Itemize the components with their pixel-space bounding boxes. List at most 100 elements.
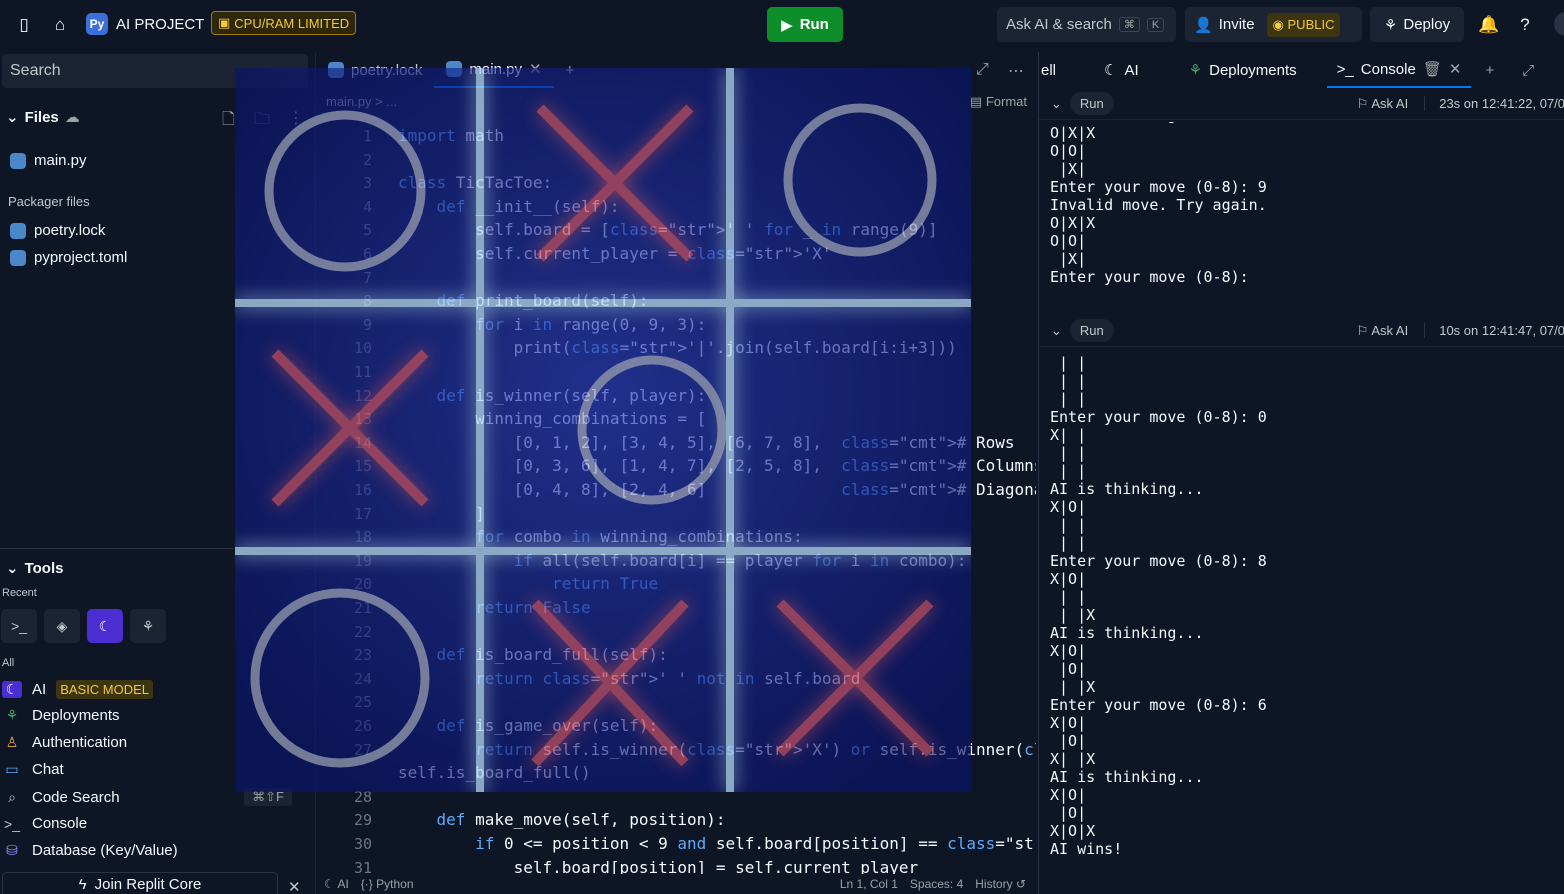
status-language[interactable]: {·} Python — [361, 877, 414, 891]
tab-console[interactable]: >_ Console 🗑 ✕ — [1326, 52, 1472, 88]
bell-icon[interactable]: 🔔 — [1475, 11, 1503, 39]
plus-icon: + — [565, 61, 575, 79]
run-pill[interactable]: Run — [1069, 319, 1114, 342]
ask-ai-button[interactable]: ⚐ Ask AI — [1357, 323, 1408, 339]
code-line[interactable]: winning_combinations = [ — [398, 409, 706, 428]
status-spaces[interactable]: Spaces: 4 — [910, 877, 963, 891]
line-number: 13 — [353, 410, 372, 429]
expand-icon[interactable]: ⤢ — [976, 61, 989, 79]
trash-icon[interactable]: 🗑 — [1423, 60, 1442, 78]
code-line[interactable]: print(class="str">'|'.join(self.board[i:… — [398, 338, 957, 357]
code-line[interactable]: if 0 <= position < 9 and self.board[posi… — [398, 834, 1036, 853]
tool-console[interactable]: >_ Console — [2, 815, 302, 832]
file-poetry-lock[interactable]: poetry.lock — [10, 222, 105, 239]
code-line[interactable]: self.board = [class="str">' ' for _ in r… — [398, 220, 937, 239]
run-pill[interactable]: Run — [1069, 92, 1114, 115]
console-icon[interactable]: >_ — [1, 609, 37, 643]
tool-database[interactable]: ⛁ Database (Key/Value) — [2, 842, 302, 859]
close-icon[interactable]: ✕ — [288, 878, 301, 894]
code-line[interactable]: def print_board(self): — [398, 291, 649, 310]
line-number: 21 — [353, 599, 372, 617]
tab-poetry-lock[interactable]: poetry.lock — [316, 52, 434, 88]
status-position[interactable]: Ln 1, Col 1 — [840, 877, 898, 891]
code-line[interactable]: return True — [398, 574, 658, 593]
packages-icon[interactable]: ◈ — [44, 609, 80, 643]
file-pyproject-toml[interactable]: pyproject.toml — [10, 249, 127, 266]
tool-deployments[interactable]: ⚘ Deployments — [2, 707, 302, 724]
ai-icon[interactable]: ☾ — [87, 609, 123, 643]
chevron-down-icon[interactable]: ⌄ — [1051, 96, 1062, 112]
code-line[interactable]: [0, 3, 6], [1, 4, 7], [2, 5, 8], class="… — [398, 456, 1036, 475]
tool-code-search[interactable]: ⌕ Code Search ⌘⇧F — [2, 788, 302, 806]
help-icon[interactable]: ? — [1511, 11, 1539, 39]
tools-header[interactable]: ⌄ Tools — [6, 559, 63, 578]
project-name: AI PROJECT — [116, 15, 205, 33]
status-history[interactable]: History ↺ — [975, 877, 1026, 891]
sidebar-toggle-icon[interactable]: ▯ — [10, 11, 38, 39]
right-tabs: ell ☾ AI ⚘ Deployments >_ Console 🗑 ✕ + ⤢ — [1039, 52, 1564, 88]
tab-main-py[interactable]: main.py ✕ — [434, 52, 554, 88]
invite-button[interactable]: 👤 Invite ◉ PUBLIC — [1185, 7, 1362, 42]
run-button[interactable]: ▶ Run — [767, 7, 843, 42]
code-line[interactable]: return False — [398, 598, 591, 617]
code-line[interactable]: return self.is_winner(class="str">'X') o… — [398, 740, 1036, 759]
code-line[interactable]: for combo in winning_combinations: — [398, 527, 803, 546]
code-line[interactable]: for i in range(0, 9, 3): — [398, 315, 706, 334]
code-line[interactable]: def __init__(self): — [398, 197, 620, 216]
code-line[interactable]: if all(self.board[i] == player for i in … — [398, 551, 967, 570]
new-file-icon[interactable]: 🗋 — [222, 108, 235, 135]
deployments-icon[interactable]: ⚘ — [130, 609, 166, 643]
code-line[interactable]: import math — [398, 126, 504, 145]
public-badge[interactable]: ◉ PUBLIC — [1266, 12, 1341, 37]
tool-ai[interactable]: ☾ AI BASIC MODEL — [2, 680, 302, 699]
code-line[interactable]: class TicTacToe: — [398, 173, 552, 192]
resource-limit-badge[interactable]: ▣ CPU/RAM LIMITED — [211, 11, 357, 35]
tab-shell[interactable]: ell — [1039, 52, 1066, 88]
chat-icon: ▭ — [5, 761, 19, 777]
more-icon[interactable]: ⋮ — [288, 108, 304, 128]
code-editor[interactable]: 1 import math 2 3 class TicTacToe: 4 def __in… — [316, 122, 1036, 874]
line-number: 25 — [353, 693, 372, 712]
code-line[interactable]: ] — [398, 504, 485, 523]
search-input[interactable]: Search — [2, 54, 308, 88]
project-title[interactable]: Py AI PROJECT — [86, 13, 204, 35]
more-icon[interactable]: ⋯ — [1008, 61, 1024, 81]
code-line[interactable]: self.board[position] = self.current_play… — [398, 858, 919, 874]
expand-icon[interactable]: ⤢ — [1522, 62, 1534, 79]
tool-chat[interactable]: ▭ Chat — [2, 761, 302, 778]
ask-ai-search[interactable]: Ask AI & search ⌘ K — [997, 7, 1176, 42]
breadcrumb[interactable]: main.py > ... — [326, 94, 397, 109]
files-header[interactable]: ⌄ Files ☁ — [6, 108, 80, 127]
status-ai[interactable]: ☾ AI — [324, 877, 349, 891]
code-line[interactable]: return class="str">' ' not in self.board — [398, 669, 860, 688]
console-run-header: ⌄ Run ⚐ Ask AI 23s on 12:41:22, 07/0 — [1039, 88, 1564, 120]
tool-label: AI — [32, 681, 47, 698]
code-line[interactable]: def is_board_full(self): — [398, 645, 668, 664]
code-line[interactable]: [0, 1, 2], [3, 4, 5], [6, 7, 8], class="… — [398, 433, 1015, 452]
avatar[interactable] — [1554, 12, 1564, 36]
format-button[interactable]: ▤ Format — [970, 94, 1027, 110]
code-line[interactable]: def is_winner(self, player): — [398, 386, 707, 405]
deploy-button[interactable]: ⚘ Deploy — [1370, 7, 1464, 42]
new-tab-button[interactable]: + — [554, 52, 587, 88]
code-line[interactable]: self.is_board_full() — [398, 763, 591, 782]
join-replit-core-button[interactable]: ϟ Join Replit Core — [2, 872, 278, 894]
file-main-py[interactable]: main.py — [10, 152, 87, 169]
close-tab-icon[interactable]: ✕ — [1449, 60, 1462, 78]
python-logo-icon: Py — [86, 13, 108, 35]
code-line[interactable]: def make_move(self, position): — [398, 810, 726, 829]
ask-ai-button[interactable]: ⚐ Ask AI — [1357, 96, 1408, 112]
tool-authentication[interactable]: ♙ Authentication — [2, 734, 302, 751]
ask-ai-label: Ask AI — [1371, 95, 1409, 111]
code-line[interactable]: self.current_player = class="str">'X' — [398, 244, 831, 263]
tab-ai[interactable]: ☾ AI — [1094, 52, 1149, 88]
plus-icon[interactable]: + — [1485, 62, 1494, 79]
tool-label: Database (Key/Value) — [32, 842, 178, 859]
chevron-down-icon[interactable]: ⌄ — [1051, 323, 1062, 339]
new-folder-icon[interactable]: 🗀 — [254, 108, 270, 135]
close-tab-icon[interactable]: ✕ — [529, 60, 542, 78]
code-line[interactable]: def is_game_over(self): — [398, 716, 659, 735]
tab-deployments[interactable]: ⚘ Deployments — [1179, 52, 1307, 88]
home-icon[interactable]: ⌂ — [46, 11, 74, 39]
code-line[interactable]: [0, 4, 8], [2, 4, 6] class="cmt"># Diago… — [398, 480, 1036, 499]
